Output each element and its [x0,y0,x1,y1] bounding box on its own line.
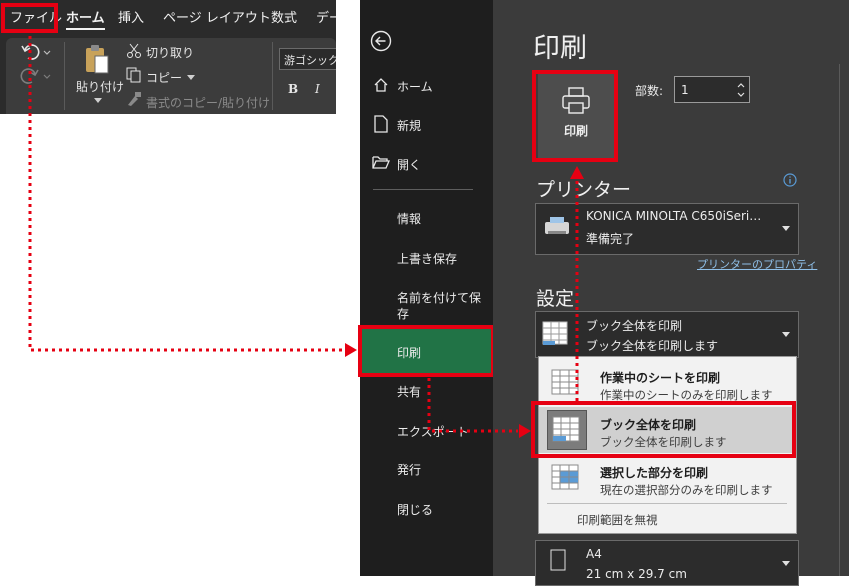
arrow-file-to-print-path [28,36,344,352]
arrow-print-to-menu-path [427,378,518,433]
arrow-head-icon [345,343,357,357]
guide-arrows [28,36,584,438]
arrow-head-icon [519,424,531,438]
arrow-head-icon [570,166,584,179]
